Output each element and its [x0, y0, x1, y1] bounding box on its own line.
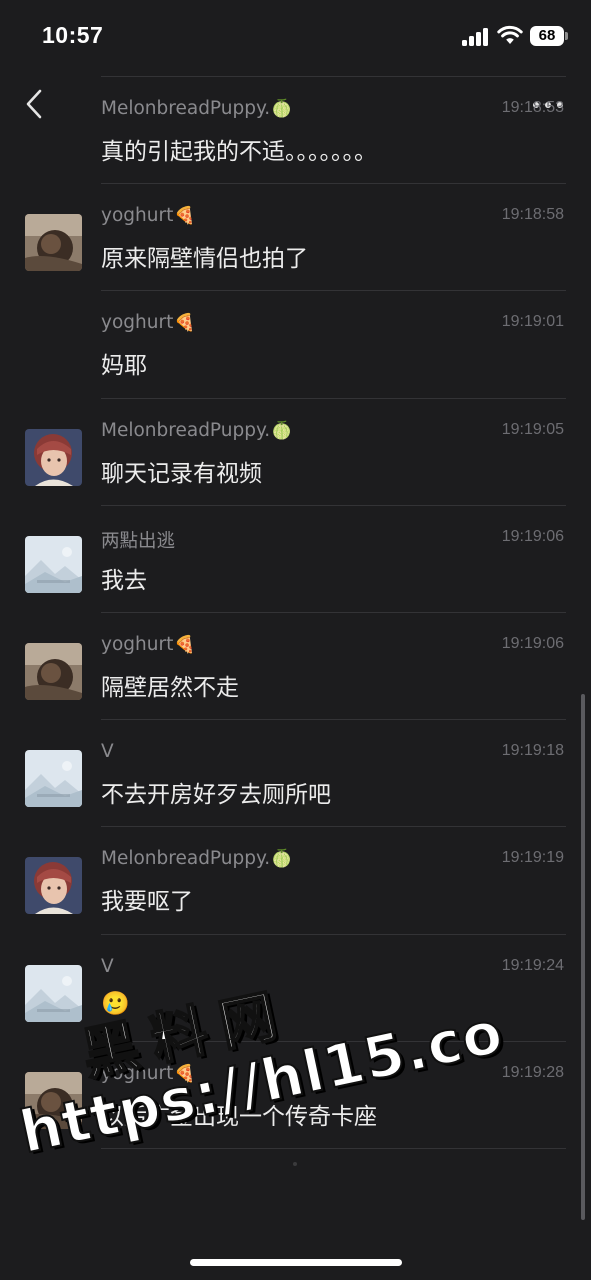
message-timestamp: 19:18:53 [501, 99, 564, 116]
sender-name-text: V [101, 741, 114, 763]
chat-message[interactable]: 两點出逃 19:19:06 我去 [0, 504, 591, 612]
scrollbar[interactable] [581, 694, 585, 1220]
message-timestamp: 19:18:58 [501, 206, 564, 224]
sender-emoji-icon: 🍈 [271, 99, 293, 119]
sender-name-text: yoghurt [101, 312, 174, 334]
message-text[interactable]: 真的引起我的不适。。。。。。。 [101, 132, 377, 166]
sender-name-text: yoghurt [101, 634, 174, 655]
sender-emoji-icon: 🍕 [174, 635, 196, 655]
message-text[interactable]: 不去开房好歹去厕所吧 [101, 775, 331, 809]
battery-icon: 68 [530, 26, 568, 46]
cellular-signal-icon [462, 28, 490, 46]
sender-emoji-icon: 🍈 [271, 420, 293, 441]
sender-name-text: MelonbreadPuppy. [101, 848, 271, 870]
sender-name-text: yoghurt [101, 1062, 174, 1084]
sender-name: yoghurt🍕 [101, 312, 196, 333]
chat-message[interactable]: yoghurt🍕 19:19:28 以后广金出现一个传奇卡座 [0, 1040, 591, 1148]
chat-message[interactable]: MelonbreadPuppy.🍈 19:18:53 真的引起我的不适。。。。。。。 [0, 76, 591, 183]
list-end-divider [101, 1148, 566, 1149]
message-divider [101, 183, 566, 185]
sender-name: yoghurt🍕 [101, 1063, 196, 1084]
message-text[interactable]: 聊天记录有视频 [101, 454, 262, 488]
message-divider [101, 933, 566, 935]
message-text[interactable]: 妈耶 [101, 346, 147, 380]
avatar[interactable] [25, 428, 82, 486]
chat-message[interactable]: V 19:19:24 🥲 [0, 933, 591, 1041]
avatar[interactable] [25, 1071, 82, 1129]
sender-name: yoghurt🍕 [101, 634, 196, 655]
status-time: 10:57 [42, 22, 104, 48]
message-divider [101, 290, 566, 292]
message-timestamp: 19:19:19 [501, 849, 564, 867]
message-timestamp: 19:19:01 [501, 313, 564, 331]
avatar[interactable] [25, 857, 82, 915]
avatar[interactable] [25, 964, 82, 1022]
sender-name: V [101, 956, 114, 977]
sender-emoji-icon: 🍈 [271, 849, 293, 870]
message-divider [101, 397, 566, 399]
message-timestamp: 19:19:24 [501, 956, 564, 974]
sender-name: MelonbreadPuppy.🍈 [101, 420, 292, 441]
message-divider [101, 826, 566, 828]
sender-name-text: V [101, 955, 114, 977]
message-timestamp: 19:19:18 [501, 742, 564, 760]
message-timestamp: 19:19:06 [501, 527, 564, 545]
sender-emoji-icon: 🍕 [174, 206, 196, 227]
message-text[interactable]: 我要呕了 [101, 882, 193, 916]
chat-message[interactable]: V 19:19:18 不去开房好歹去厕所吧 [0, 719, 591, 826]
message-timestamp: 19:19:28 [501, 1063, 564, 1081]
avatar[interactable] [25, 643, 82, 700]
sender-emoji-icon: 🍕 [174, 313, 196, 334]
sender-name: MelonbreadPuppy.🍈 [101, 98, 292, 119]
chat-message[interactable]: MelonbreadPuppy.🍈 19:19:05 聊天记录有视频 [0, 397, 591, 505]
chat-message[interactable]: MelonbreadPuppy.🍈 19:19:19 我要呕了 [0, 826, 591, 933]
message-text[interactable]: 以后广金出现一个传奇卡座 [101, 1097, 377, 1131]
message-timestamp: 19:19:06 [501, 635, 564, 652]
battery-level: 68 [538, 27, 556, 44]
sender-name-text: MelonbreadPuppy. [101, 98, 271, 119]
chat-message-list[interactable]: MelonbreadPuppy.🍈 19:18:53 真的引起我的不适。。。。。。。… [0, 76, 591, 1176]
chat-message[interactable]: yoghurt🍕 19:19:06 隔壁居然不走 [0, 612, 591, 719]
scroll-dot [293, 1162, 297, 1166]
sender-name: yoghurt🍕 [101, 205, 196, 226]
message-divider [101, 504, 566, 506]
message-divider [101, 1040, 566, 1042]
status-bar: 10:57 68 [0, 0, 591, 70]
message-divider [101, 719, 566, 721]
avatar[interactable] [25, 535, 82, 593]
home-indicator[interactable] [190, 1259, 402, 1266]
message-timestamp: 19:19:05 [501, 420, 564, 438]
sender-name-text: yoghurt [101, 205, 174, 227]
sender-name: V [101, 741, 114, 762]
chat-message[interactable]: yoghurt🍕 19:18:58 原来隔壁情侣也拍了 [0, 183, 591, 290]
wifi-icon [497, 25, 523, 44]
sender-name: MelonbreadPuppy.🍈 [101, 848, 292, 869]
message-divider [101, 76, 566, 77]
sender-name: 两點出逃 [101, 527, 175, 553]
message-text[interactable]: 🥲 [101, 990, 130, 1017]
message-text[interactable]: 原来隔壁情侣也拍了 [101, 239, 308, 273]
message-text[interactable]: 我去 [101, 561, 147, 595]
avatar[interactable] [25, 214, 82, 272]
sender-emoji-icon: 🍕 [174, 1063, 196, 1084]
message-divider [101, 612, 566, 613]
sender-name-text: MelonbreadPuppy. [101, 419, 271, 441]
message-text[interactable]: 隔壁居然不走 [101, 668, 239, 702]
avatar[interactable] [25, 750, 82, 808]
chat-message[interactable]: yoghurt🍕 19:19:01 妈耶 [0, 290, 591, 397]
sender-name-text: 两點出逃 [101, 530, 176, 552]
